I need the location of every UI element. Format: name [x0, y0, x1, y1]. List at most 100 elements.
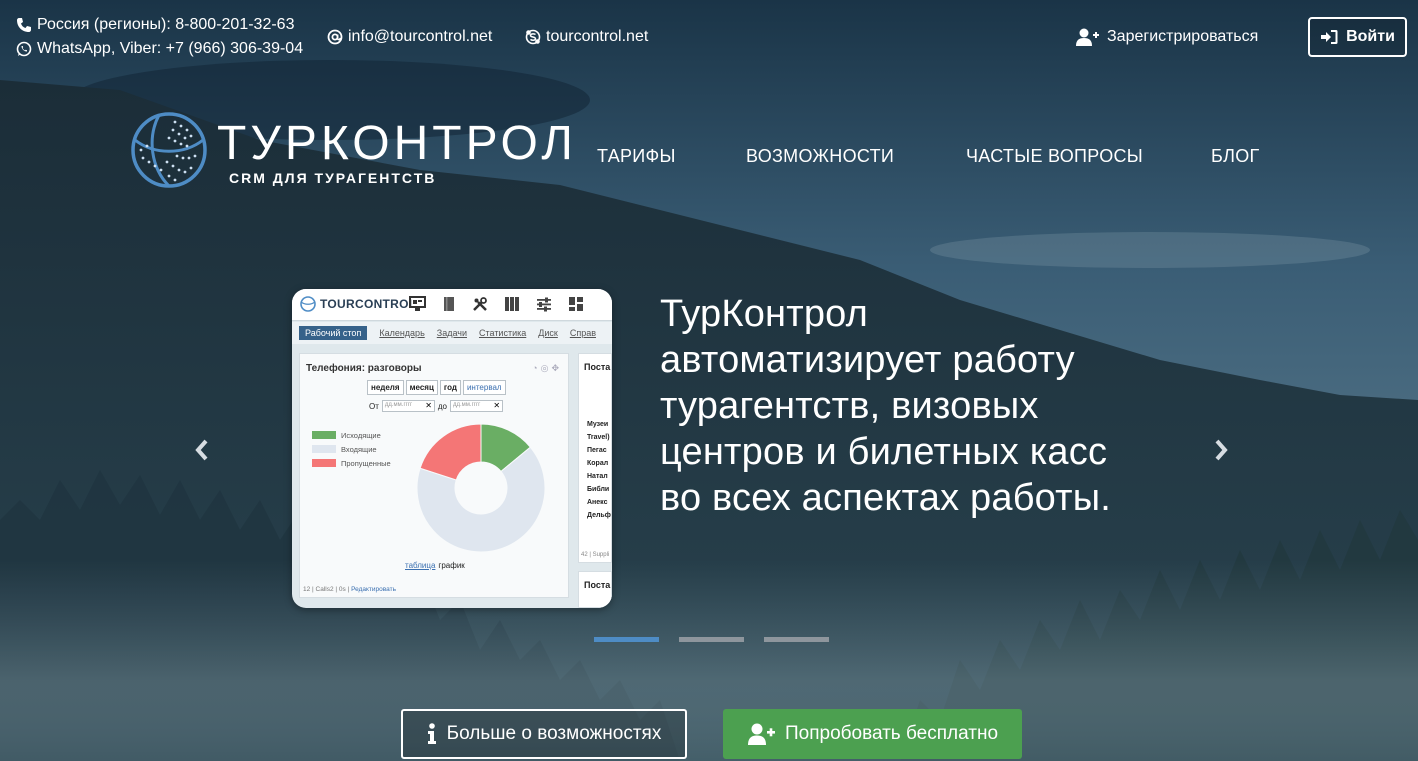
- date-range: От дд.мм.гггг ✕ до дд.мм.гггг ✕: [369, 400, 504, 412]
- login-button[interactable]: Войти: [1308, 17, 1407, 57]
- side-title: Поста: [584, 362, 611, 372]
- nav-faq[interactable]: ЧАСТЫЕ ВОПРОСЫ: [966, 144, 1143, 168]
- top-bar: Россия (регионы): 8-800-201-32-63 WhatsA…: [0, 0, 1418, 80]
- email-contact[interactable]: info@tourcontrol.net: [327, 25, 492, 48]
- panel-footer: 12 | Calls2 | 0s | Редактировать: [303, 586, 396, 593]
- period-interval: интервал: [462, 380, 506, 395]
- legend-missed: Пропущенные: [312, 456, 391, 470]
- donut-slice-2: [419, 423, 482, 481]
- period-selector: неделя месяц год интервал: [367, 380, 506, 395]
- list-item: Библи: [587, 486, 610, 493]
- list-item: Пегас: [587, 447, 607, 454]
- mock-tab-disk: Диск: [538, 328, 558, 338]
- email-text: info@tourcontrol.net: [348, 28, 493, 45]
- table-view-link: таблица: [405, 561, 436, 570]
- date-to-field: дд.мм.гггг ✕: [450, 400, 504, 412]
- whatsapp-text: WhatsApp, Viber: +7 (966) 306-39-04: [37, 40, 304, 57]
- period-year: год: [439, 380, 461, 395]
- list-item: Анекс: [587, 499, 608, 506]
- mock-tab-calendar: Календарь: [379, 328, 425, 338]
- user-plus-icon: [1076, 28, 1099, 46]
- whatsapp-contact[interactable]: WhatsApp, Viber: +7 (966) 306-39-04: [16, 37, 303, 60]
- logo-tagline: CRM ДЛЯ ТУРАГЕНТСТВ: [229, 170, 437, 186]
- list-item: Корал: [587, 460, 609, 467]
- nav-blog[interactable]: БЛОГ: [1211, 144, 1260, 168]
- list-item: Натал: [587, 473, 608, 480]
- logo-name: ТУРКОНТРОЛ: [217, 117, 577, 170]
- globe-icon: [300, 296, 316, 312]
- legend-incoming: Входящие: [312, 442, 391, 456]
- mock-side-panel: Поста Музеи Travel) Пегас Корал Натал Би…: [578, 353, 612, 563]
- mock-brand: TOURCONTROL: [300, 296, 416, 312]
- carousel-prev-button[interactable]: [190, 436, 214, 464]
- try-free-button[interactable]: Попробовать бесплатно: [723, 709, 1022, 759]
- mock-telephony-panel: Телефония: разговоры ◔◎✥ неделя месяц го…: [299, 353, 569, 598]
- tools-icon: [473, 297, 487, 311]
- carousel-indicators: [594, 637, 829, 642]
- skype-contact[interactable]: tourcontrol.net: [525, 25, 648, 48]
- side-footer: 42 | Suppli: [581, 552, 610, 558]
- dashboard-icon: [569, 297, 583, 311]
- carousel-indicator[interactable]: [764, 637, 829, 642]
- skype-icon: [525, 29, 541, 44]
- sliders-icon: [537, 297, 551, 312]
- mock-tabs: Рабочий стоп Календарь Задачи Статистика…: [292, 322, 612, 344]
- phone-contact[interactable]: Россия (регионы): 8-800-201-32-63: [16, 13, 294, 36]
- phone-icon: [17, 17, 31, 32]
- columns-icon: [505, 297, 519, 311]
- phone-text: Россия (регионы): 8-800-201-32-63: [37, 16, 295, 33]
- carousel-indicator[interactable]: [594, 637, 659, 642]
- period-week: неделя: [367, 380, 404, 395]
- at-icon: [327, 29, 343, 44]
- mock-tool-icons: [409, 296, 584, 312]
- mock-toolbar: TOURCONTROL: [292, 289, 612, 321]
- list-item: Travel): [587, 434, 610, 441]
- register-link[interactable]: Зарегистрироваться: [1075, 25, 1258, 48]
- register-label: Зарегистрироваться: [1107, 28, 1259, 45]
- mock-tab-statistics: Статистика: [478, 328, 527, 338]
- app-screenshot: TOURCONTROL Рабочий стоп Календарь Задач…: [292, 289, 612, 608]
- chart-legend: Исходящие Входящие Пропущенные: [312, 428, 391, 470]
- mock-tab-desktop: Рабочий стоп: [299, 326, 368, 340]
- date-from-label: От: [369, 401, 379, 411]
- user-plus-icon: [747, 723, 775, 745]
- date-to-label: до: [437, 401, 448, 411]
- try-free-label: Попробовать бесплатно: [784, 723, 999, 744]
- list-item: Музеи: [587, 421, 609, 428]
- date-from-field: дд.мм.гггг ✕: [381, 400, 435, 412]
- panel-title: Телефония: разговоры: [306, 363, 422, 374]
- book-icon: [444, 297, 454, 311]
- nav-tariffs[interactable]: ТАРИФЫ: [597, 144, 676, 168]
- site-logo[interactable]: ТУРКОНТРОЛ CRM ДЛЯ ТУРАГЕНТСТВ: [129, 108, 573, 190]
- carousel-next-button[interactable]: [1209, 436, 1233, 464]
- login-label: Войти: [1346, 28, 1395, 45]
- mock-tab-reference: Справ: [569, 328, 596, 338]
- nav-features[interactable]: ВОЗМОЖНОСТИ: [746, 144, 894, 168]
- more-features-button[interactable]: Больше о возможностях: [401, 709, 687, 759]
- carousel-indicator[interactable]: [679, 637, 744, 642]
- skype-text: tourcontrol.net: [546, 28, 649, 45]
- info-icon: [427, 723, 436, 744]
- slide-headline: ТурКонтрол автоматизирует работу тураген…: [660, 293, 1112, 519]
- chart-view-label: график: [438, 561, 465, 570]
- monitor-icon: [409, 296, 426, 311]
- more-features-label: Больше о возможностях: [446, 723, 662, 744]
- legend-outgoing: Исходящие: [312, 428, 391, 442]
- panel-view-links: таблица график: [405, 561, 465, 570]
- sign-in-icon: [1321, 30, 1338, 44]
- period-month: месяц: [405, 380, 438, 395]
- side-list: Музеи Travel) Пегас Корал Натал Библи Ан…: [587, 418, 611, 522]
- mock-brand-text: TOURCONTROL: [320, 297, 417, 311]
- edit-link: Редактировать: [351, 586, 396, 593]
- mock-tab-tasks: Задачи: [436, 328, 467, 338]
- clear-icon: ✕: [425, 401, 432, 410]
- chevron-right-icon: [1215, 439, 1228, 461]
- calls-donut-chart: [416, 423, 546, 553]
- mock-side-panel-2: Поста: [578, 571, 612, 608]
- panel-tool-icons: ◔◎✥: [532, 363, 562, 373]
- clear-icon: ✕: [493, 401, 501, 410]
- globe-icon: [131, 112, 207, 188]
- list-item: Дельф: [587, 512, 611, 519]
- chevron-left-icon: [195, 439, 208, 461]
- whatsapp-icon: [16, 41, 32, 56]
